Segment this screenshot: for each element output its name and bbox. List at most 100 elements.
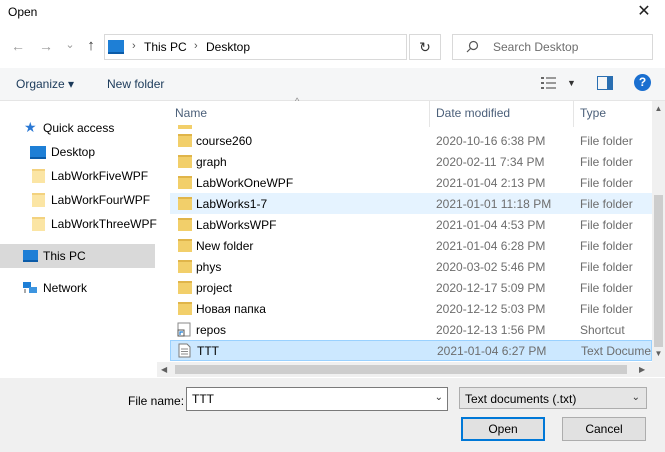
- up-button[interactable]: ↑: [81, 36, 101, 56]
- file-row[interactable]: graph 2020-02-11 7:34 PM File folder: [170, 151, 652, 172]
- filetype-select[interactable]: Text documents (.txt) ⌄: [459, 387, 647, 409]
- breadcrumb-separator: ›: [194, 40, 198, 52]
- file-name: Новая папка: [196, 302, 266, 316]
- view-options-icon[interactable]: [541, 76, 557, 90]
- file-row[interactable]: LabWorks1-7 2021-01-01 11:18 PM File fol…: [170, 193, 652, 214]
- navigation-pane: ★ Quick access Desktop LabWorkFiveWPF La…: [0, 101, 157, 378]
- pc-icon: [108, 40, 124, 54]
- folder-icon: [178, 134, 192, 147]
- folder-icon: [178, 155, 192, 168]
- file-row[interactable]: course260 2020-10-16 6:38 PM File folder: [170, 130, 652, 151]
- cancel-button[interactable]: Cancel: [562, 417, 646, 441]
- file-date: 2020-12-13 1:56 PM: [436, 323, 546, 337]
- file-date: 2020-03-02 5:46 PM: [436, 260, 546, 274]
- organize-button[interactable]: Organize ▾: [16, 77, 74, 91]
- vertical-scroll-thumb[interactable]: [654, 195, 663, 347]
- pc-icon: [23, 250, 38, 262]
- file-type: File folder: [580, 134, 633, 148]
- sidebar-item-label: This PC: [43, 249, 86, 263]
- file-row[interactable]: New folder 2021-01-04 6:28 PM File folde…: [170, 235, 652, 256]
- column-header-type[interactable]: Type: [580, 106, 606, 120]
- folder-icon: [178, 125, 192, 129]
- sidebar-item-this-pc[interactable]: This PC: [0, 244, 155, 268]
- filename-label: File name:: [128, 394, 185, 408]
- refresh-button[interactable]: ↻: [409, 34, 441, 60]
- breadcrumb-desktop[interactable]: Desktop: [206, 40, 250, 54]
- file-row[interactable]: Новая папка 2020-12-12 5:03 PM File fold…: [170, 298, 652, 319]
- sidebar-item-labworkfivewpf[interactable]: LabWorkFiveWPF: [0, 164, 155, 188]
- file-row[interactable]: LabWorksWPF 2021-01-04 4:53 PM File fold…: [170, 214, 652, 235]
- network-icon: [23, 282, 37, 293]
- file-name: TTT: [197, 344, 219, 358]
- scroll-right-icon[interactable]: ▶: [639, 365, 645, 374]
- folder-icon: [178, 197, 192, 210]
- file-date: 2020-02-11 7:34 PM: [436, 155, 545, 169]
- folder-icon: [178, 218, 192, 231]
- file-date: 2020-10-16 6:38 PM: [436, 134, 546, 148]
- folder-icon: [32, 193, 45, 207]
- file-type: File folder: [580, 197, 633, 211]
- shortcut-icon: [177, 322, 191, 337]
- horizontal-scroll-thumb[interactable]: [175, 365, 627, 374]
- breadcrumb-this-pc[interactable]: This PC: [144, 40, 187, 54]
- recent-locations-button[interactable]: ⌄: [60, 35, 80, 55]
- sidebar-item-label: Desktop: [51, 145, 96, 159]
- file-row[interactable]: phys 2020-03-02 5:46 PM File folder: [170, 256, 652, 277]
- file-name: project: [196, 281, 233, 295]
- column-divider[interactable]: [429, 101, 430, 127]
- address-bar[interactable]: › This PC › Desktop: [104, 34, 407, 60]
- chevron-down-icon[interactable]: ▼: [567, 78, 576, 88]
- search-input[interactable]: Search Desktop: [452, 34, 653, 60]
- forward-button[interactable]: →: [36, 36, 56, 56]
- chevron-down-icon[interactable]: ⌄: [632, 392, 640, 403]
- scroll-up-icon[interactable]: ▲: [652, 104, 665, 113]
- column-header-date[interactable]: Date modified: [436, 106, 510, 120]
- file-type: File folder: [580, 239, 633, 253]
- file-type: File folder: [580, 281, 633, 295]
- file-row[interactable]: repos 2020-12-13 1:56 PM Shortcut: [170, 319, 652, 340]
- file-date: 2021-01-04 6:27 PM: [437, 344, 547, 358]
- folder-icon: [178, 302, 192, 315]
- file-name: LabWorksWPF: [196, 218, 277, 232]
- file-row[interactable]: LabWorkOneWPF 2021-01-04 2:13 PM File fo…: [170, 172, 652, 193]
- sidebar-item-label: LabWorkThreeWPF: [51, 217, 157, 231]
- vertical-scrollbar[interactable]: ▲ ▼: [652, 101, 665, 377]
- search-placeholder: Search Desktop: [493, 40, 579, 54]
- breadcrumb-separator: ›: [132, 40, 136, 52]
- close-icon[interactable]: ✕: [633, 2, 655, 22]
- sidebar-item-desktop[interactable]: Desktop: [0, 140, 155, 164]
- file-row-selected[interactable]: TTT 2021-01-04 6:27 PM Text Docume: [170, 340, 652, 361]
- open-button[interactable]: Open: [461, 417, 545, 441]
- chevron-down-icon[interactable]: ⌄: [435, 392, 443, 403]
- file-name: graph: [196, 155, 227, 169]
- horizontal-scrollbar[interactable]: ◀ ▶: [157, 362, 652, 377]
- folder-icon: [178, 260, 192, 273]
- scroll-down-icon[interactable]: ▼: [652, 349, 665, 358]
- file-type: Text Docume: [581, 344, 652, 358]
- column-divider[interactable]: [573, 101, 574, 127]
- file-type: File folder: [580, 176, 633, 190]
- sidebar-item-label: LabWorkFourWPF: [51, 193, 151, 207]
- folder-icon: [32, 169, 45, 183]
- scroll-left-icon[interactable]: ◀: [161, 365, 167, 374]
- sidebar-item-label: Network: [43, 281, 88, 295]
- new-folder-button[interactable]: New folder: [107, 77, 164, 91]
- filename-value: TTT: [192, 392, 214, 406]
- folder-icon: [178, 281, 192, 294]
- help-icon[interactable]: ?: [634, 74, 651, 91]
- back-button[interactable]: ←: [8, 36, 28, 56]
- preview-pane-icon[interactable]: [597, 76, 613, 90]
- file-name: LabWorkOneWPF: [196, 176, 294, 190]
- filename-input[interactable]: TTT ⌄: [186, 387, 448, 411]
- column-header-name[interactable]: Name: [175, 106, 207, 120]
- sidebar-item-labworkthreewpf[interactable]: LabWorkThreeWPF: [0, 212, 157, 236]
- sidebar-item-network[interactable]: Network: [0, 276, 155, 300]
- star-icon: ★: [24, 119, 37, 135]
- file-row[interactable]: project 2020-12-17 5:09 PM File folder: [170, 277, 652, 298]
- sidebar-item-quick-access[interactable]: ★ Quick access: [0, 116, 155, 140]
- footer-panel: File name: TTT ⌄ Text documents (.txt) ⌄…: [0, 378, 665, 452]
- sidebar-item-label: LabWorkFiveWPF: [51, 169, 149, 183]
- sidebar-item-labworkfourwpf[interactable]: LabWorkFourWPF: [0, 188, 155, 212]
- file-date: 2020-12-12 5:03 PM: [436, 302, 546, 316]
- folder-icon: [178, 176, 192, 189]
